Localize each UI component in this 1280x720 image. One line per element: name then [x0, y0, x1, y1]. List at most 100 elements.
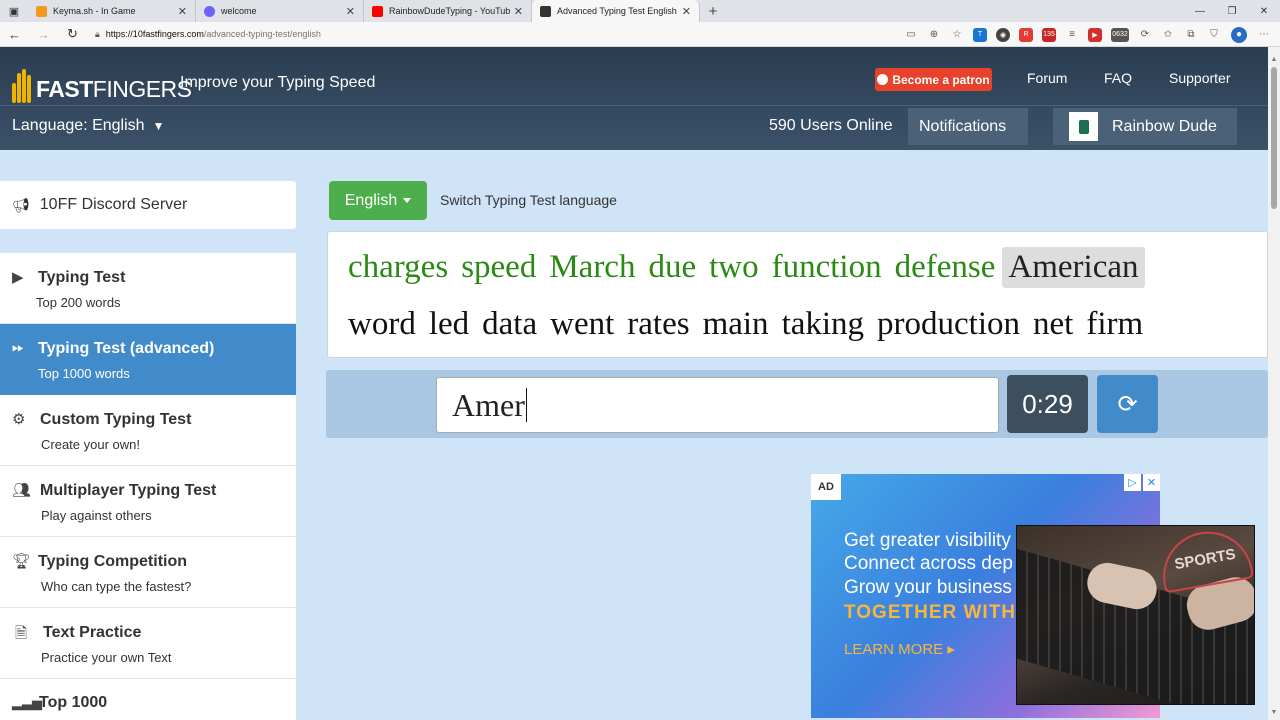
sidebar-item-custom-typing-test[interactable]: ⚙ Custom Typing Test Create your own! — [0, 395, 296, 466]
address-bar-row: ← → ↻ 🔒︎ https://10fastfingers.com/advan… — [0, 22, 1280, 47]
welcome-favicon-icon — [204, 5, 215, 17]
close-tab-icon[interactable]: ✕ — [346, 5, 355, 18]
text-caret — [525, 388, 527, 422]
sidebar-item-text-practice[interactable]: 🗎 Text Practice Practice your own Text — [0, 608, 296, 679]
extension-icon[interactable]: ◉ — [996, 27, 1010, 42]
url-field[interactable]: 🔒︎ https://10fastfingers.com/advanced-ty… — [87, 25, 787, 44]
upcoming-word: firm — [1086, 306, 1144, 342]
collections-icon[interactable]: ⧉ — [1181, 26, 1201, 44]
play-icon: ▶ — [12, 269, 24, 286]
language-label: Language: English — [12, 117, 145, 134]
refresh-icon[interactable]: ↻ — [58, 22, 87, 47]
profile-avatar-icon[interactable]: ● — [1231, 26, 1247, 43]
new-tab-icon[interactable]: + — [700, 0, 726, 22]
typed-word: charges — [348, 249, 449, 285]
typed-text: Amer — [452, 386, 525, 423]
minimize-icon[interactable]: — — [1184, 0, 1216, 22]
10ff-favicon-icon — [540, 5, 551, 17]
back-icon[interactable]: ← — [0, 22, 29, 47]
ad-learn-more[interactable]: LEARN MORE ▸ — [844, 640, 955, 658]
sidebar-item-multiplayer[interactable]: 👥︎ Multiplayer Typing Test Play against … — [0, 466, 296, 537]
browser-tab[interactable]: Keyma.sh - In Game ✕ — [28, 0, 196, 22]
timer: 0:29 — [1007, 375, 1088, 433]
sidebar-item-top-1000[interactable]: ▂▃▅ Top 1000 — [0, 679, 296, 720]
tab-title: Advanced Typing Test English — [557, 6, 677, 16]
nav-faq-link[interactable]: FAQ — [1104, 70, 1132, 86]
browser-tab[interactable]: welcome ✕ — [196, 0, 364, 22]
upcoming-word: rates — [627, 306, 690, 342]
site-tagline: Improve your Typing Speed — [180, 74, 376, 91]
forward-icon[interactable]: → — [29, 22, 58, 47]
page-scrollbar[interactable]: ▲ ▼ — [1268, 47, 1280, 720]
close-tab-icon[interactable]: ✕ — [178, 5, 187, 18]
extension-badge-icon[interactable]: 135 — [1042, 27, 1056, 42]
favorite-star-icon[interactable]: ☆ — [947, 26, 967, 44]
sync-icon[interactable]: ⟳ — [1135, 26, 1155, 44]
chevron-down-icon: ▼ — [152, 119, 165, 133]
close-window-icon[interactable]: ✕ — [1248, 0, 1280, 22]
typing-input[interactable]: Amer — [436, 377, 999, 433]
nav-supporter-link[interactable]: Supporter — [1169, 70, 1230, 86]
typed-word: defense — [894, 249, 996, 285]
scroll-down-icon[interactable]: ▼ — [1268, 706, 1280, 718]
typed-word: March — [549, 249, 636, 285]
discord-server-link[interactable]: 📢︎ 10FF Discord Server — [0, 181, 296, 229]
user-menu[interactable]: Rainbow Dude — [1053, 108, 1237, 145]
extension-badge-icon[interactable]: 0632 — [1111, 27, 1129, 42]
reader-icon[interactable]: ▭ — [901, 26, 921, 44]
close-tab-icon[interactable]: ✕ — [682, 5, 691, 18]
extension-icon[interactable]: T — [973, 27, 987, 42]
sidebar-item-typing-test[interactable]: ▶ Typing Test Top 200 words — [0, 253, 296, 324]
words-line-2: word led data went rates main taking production… — [348, 304, 1150, 345]
extension-icon[interactable]: ▶ — [1088, 27, 1102, 42]
keymash-favicon-icon — [36, 5, 47, 17]
close-ad-icon[interactable]: ✕ — [1143, 474, 1160, 491]
extension-icon[interactable]: ≡ — [1062, 26, 1082, 44]
menu-title: Multiplayer Typing Test — [40, 482, 217, 499]
site-header: FASTFINGERS Improve your Typing Speed Be… — [0, 47, 1268, 150]
bar-chart-icon: ▂▃▅ — [12, 695, 42, 710]
restart-button[interactable]: ⟳ — [1097, 375, 1158, 433]
zoom-icon[interactable]: ⊕ — [924, 26, 944, 44]
language-dropdown[interactable]: Language: English ▼ — [12, 117, 164, 135]
nav-forum-link[interactable]: Forum — [1027, 70, 1067, 86]
tab-title: RainbowDudeTyping - YouTube — [389, 6, 510, 16]
ad-line: Grow your business — [844, 577, 1012, 598]
window-menu-icon[interactable]: ▣ — [0, 0, 28, 22]
become-patron-button[interactable]: Become a patron — [875, 68, 992, 91]
scroll-up-icon[interactable]: ▲ — [1268, 53, 1280, 65]
menu-subtitle: Practice your own Text — [41, 650, 172, 665]
upcoming-word: taking — [781, 306, 865, 342]
window-controls: — ❐ ✕ — [1184, 0, 1280, 22]
more-menu-icon[interactable]: ⋯ — [1254, 26, 1274, 44]
sidebar-item-competition[interactable]: 🏆︎ Typing Competition Who can type the f… — [0, 537, 296, 608]
notifications-button[interactable]: Notifications — [908, 108, 1028, 145]
restore-icon[interactable]: ❐ — [1216, 0, 1248, 22]
sidebar-menu: ▶ Typing Test Top 200 words ⏩︎ Typing Te… — [0, 253, 296, 720]
test-language-button[interactable]: English — [329, 181, 427, 220]
favorites-icon[interactable]: ✩ — [1158, 26, 1178, 44]
tab-title: Keyma.sh - In Game — [53, 6, 136, 16]
browser-tab[interactable]: RainbowDudeTyping - YouTube ✕ — [364, 0, 532, 22]
scrollbar-thumb[interactable] — [1271, 67, 1277, 209]
sidebar-item-typing-test-advanced[interactable]: ⏩︎ Typing Test (advanced) Top 1000 words — [0, 324, 296, 395]
menu-title: Typing Test — [38, 269, 126, 286]
megaphone-icon: 📢︎ — [12, 196, 30, 213]
browser-tab-active[interactable]: Advanced Typing Test English ✕ — [532, 0, 700, 22]
header-divider — [0, 105, 1268, 106]
menu-title: Top 1000 — [39, 694, 108, 711]
tab-title: welcome — [221, 6, 257, 16]
test-language-label: English — [344, 191, 398, 209]
words-line-1: charges speed March due two function defense Am… — [348, 247, 1146, 288]
extension-icon[interactable]: R — [1019, 27, 1033, 42]
youtube-favicon-icon — [372, 5, 383, 17]
site-logo[interactable]: FASTFINGERS — [12, 63, 192, 103]
trophy-icon: 🏆︎ — [12, 553, 32, 570]
adchoices-icon[interactable]: ▷ — [1124, 474, 1141, 491]
words-display: charges speed March due two function defense Am… — [327, 231, 1268, 358]
menu-title: Typing Competition — [38, 553, 188, 570]
ad-line: TOGETHER WITH — [844, 602, 1017, 623]
extensions-icon[interactable]: ⛉ — [1204, 26, 1224, 44]
close-tab-icon[interactable]: ✕ — [514, 5, 523, 18]
menu-subtitle: Who can type the fastest? — [41, 579, 192, 594]
